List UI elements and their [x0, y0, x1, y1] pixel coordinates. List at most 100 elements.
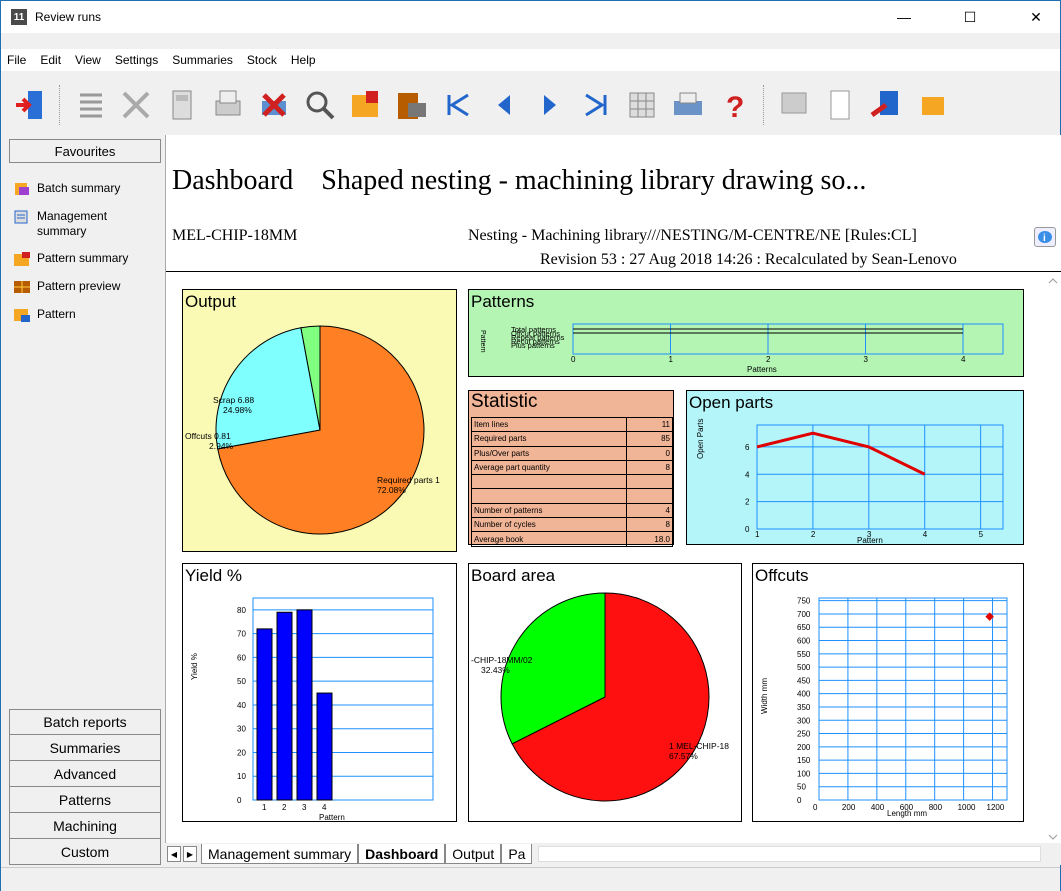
y-tick-label: 700	[797, 610, 811, 619]
exit-icon[interactable]	[9, 84, 51, 126]
plot-area	[818, 597, 1008, 801]
page-title: Dashboard Shaped nesting - machining libr…	[172, 165, 866, 197]
statistic-row: Required parts 85	[471, 431, 673, 447]
menu-edit[interactable]: Edit	[40, 53, 61, 67]
x-axis-label: Length mm	[887, 809, 927, 818]
tab-pa[interactable]: Pa	[501, 844, 533, 864]
x-tick-label: 1	[262, 803, 267, 812]
sidebar-group-machining[interactable]: Machining	[9, 813, 161, 839]
menu-summaries[interactable]: Summaries	[172, 53, 233, 67]
sidebar-item-batch-summary[interactable]: Batch summary	[9, 175, 161, 203]
revision-info: Revision 53 : 27 Aug 2018 14:26 : Recalc…	[540, 251, 957, 268]
statistic-label: Number of patterns	[471, 502, 627, 519]
favourites-header[interactable]: Favourites	[9, 139, 161, 163]
sidebar-item-label: Pattern summary	[37, 251, 129, 265]
statistic-table: Item lines 11 Required parts 85 Plus/Over pa…	[471, 416, 673, 547]
print-preview-icon[interactable]	[207, 84, 249, 126]
statistic-value	[626, 474, 673, 490]
sidebar-group-custom[interactable]: Custom	[9, 839, 161, 865]
horizontal-scrollbar[interactable]	[538, 846, 1041, 862]
statistic-row	[471, 488, 673, 504]
x-axis-label: Pattern	[857, 536, 883, 545]
output-icon[interactable]	[911, 84, 953, 126]
sidebar-group-batch-reports[interactable]: Batch reports	[9, 709, 161, 735]
tab-dashboard[interactable]: Dashboard	[358, 844, 446, 864]
tab-scroll-right-icon[interactable]: ▶	[183, 846, 197, 862]
first-icon[interactable]	[437, 84, 479, 126]
statistic-label: Item lines	[471, 416, 627, 433]
list-icon[interactable]	[69, 84, 111, 126]
previous-icon[interactable]	[483, 84, 525, 126]
y-tick-label: 4	[745, 470, 750, 479]
tick-label: 3	[864, 355, 869, 364]
menu-view[interactable]: View	[75, 53, 101, 67]
sidebar-item-pattern[interactable]: Pattern	[9, 301, 161, 329]
output-pie-chart: Required parts 172.08% Scrap 6.8824.98% Of…	[185, 325, 440, 535]
maximize-button[interactable]: ☐	[947, 1, 993, 33]
sidebar-groups: Batch reports Summaries Advanced Pattern…	[9, 709, 161, 865]
sidebar-item-management-summary[interactable]: Management summary	[9, 203, 161, 245]
search-icon[interactable]	[299, 84, 341, 126]
y-tick-label: 0	[745, 525, 750, 534]
close-button[interactable]: ✕	[1013, 1, 1059, 33]
y-tick-label: 750	[797, 597, 811, 606]
delete-icon[interactable]	[115, 84, 157, 126]
next-icon[interactable]	[529, 84, 571, 126]
calculator-icon[interactable]	[161, 84, 203, 126]
help-icon[interactable]: ?	[713, 84, 755, 126]
edit-pattern-icon[interactable]	[391, 84, 433, 126]
menu-stock[interactable]: Stock	[247, 53, 277, 67]
dashboard-subtitle: Shaped nesting - machining library drawi…	[321, 165, 867, 196]
x-tick-label: 1200	[987, 803, 1005, 812]
cancel-icon[interactable]	[253, 84, 295, 126]
tick-label: 0	[571, 355, 576, 364]
minimize-button[interactable]: —	[881, 1, 927, 33]
menu-file[interactable]: File	[7, 53, 26, 67]
menu-settings[interactable]: Settings	[115, 53, 158, 67]
tab-scroll-left-icon[interactable]: ◀	[167, 846, 181, 862]
app-icon: 11	[11, 9, 27, 25]
y-tick-label: 100	[797, 769, 811, 778]
y-axis-label: Open Parts	[696, 419, 705, 459]
output-panel: Output Required parts 1 72.08% Scrap 6.88 2…	[182, 289, 457, 552]
menu-bar: File Edit View Settings Summaries Stock …	[1, 49, 1060, 71]
pattern-summary-icon	[14, 252, 30, 266]
bar	[316, 692, 333, 801]
menu-help[interactable]: Help	[291, 53, 316, 67]
y-tick-label: 70	[237, 630, 246, 639]
export-icon[interactable]	[865, 84, 907, 126]
vertical-scrollbar[interactable]	[1045, 273, 1061, 847]
info-icon[interactable]: i	[1034, 227, 1056, 247]
slice-label: Scrap 6.88	[213, 395, 254, 405]
statistic-value: 8	[626, 459, 673, 476]
sidebar-item-pattern-preview[interactable]: Pattern preview	[9, 273, 161, 301]
statistic-value: 8	[626, 517, 673, 533]
batch-summary-icon	[15, 183, 29, 195]
report-icon[interactable]	[773, 84, 815, 126]
statistic-row: Average part quantity 8	[471, 459, 673, 476]
page-icon[interactable]	[819, 84, 861, 126]
yield-bar-chart: 0 10 20 30 40 50 60 70 80 1 2 3 4Pattern Yield %	[190, 597, 434, 822]
printer-icon[interactable]	[667, 84, 709, 126]
sidebar-group-advanced[interactable]: Advanced	[9, 761, 161, 787]
last-icon[interactable]	[575, 84, 617, 126]
slice-label: Required parts 1	[377, 475, 440, 485]
toolbar-separator	[763, 85, 765, 125]
tab-management-summary[interactable]: Management summary	[201, 844, 359, 864]
sidebar-group-patterns[interactable]: Patterns	[9, 787, 161, 813]
title-bar[interactable]: 11 Review runs — ☐ ✕	[1, 1, 1060, 33]
statistic-label: Average book	[471, 531, 627, 547]
statistic-label: Number of cycles	[471, 517, 627, 533]
sidebar-group-summaries[interactable]: Summaries	[9, 735, 161, 761]
y-tick-label: 30	[237, 725, 246, 734]
sidebar-item-pattern-summary[interactable]: Pattern summary	[9, 245, 161, 273]
bar	[296, 609, 313, 801]
offcuts-panel: Offcuts 0 200 400 600 800 1000 1200 0 50 100 150 20…	[752, 563, 1024, 822]
library-path: Nesting - Machining library///NESTING/M-…	[468, 227, 917, 244]
dashboard-content: Dashboard Shaped nesting - machining libr…	[165, 135, 1061, 865]
tab-output[interactable]: Output	[445, 844, 502, 864]
toolbar: ?	[1, 77, 1060, 133]
header-divider	[166, 271, 1061, 272]
pattern-icon[interactable]	[345, 84, 387, 126]
table-icon[interactable]	[621, 84, 663, 126]
